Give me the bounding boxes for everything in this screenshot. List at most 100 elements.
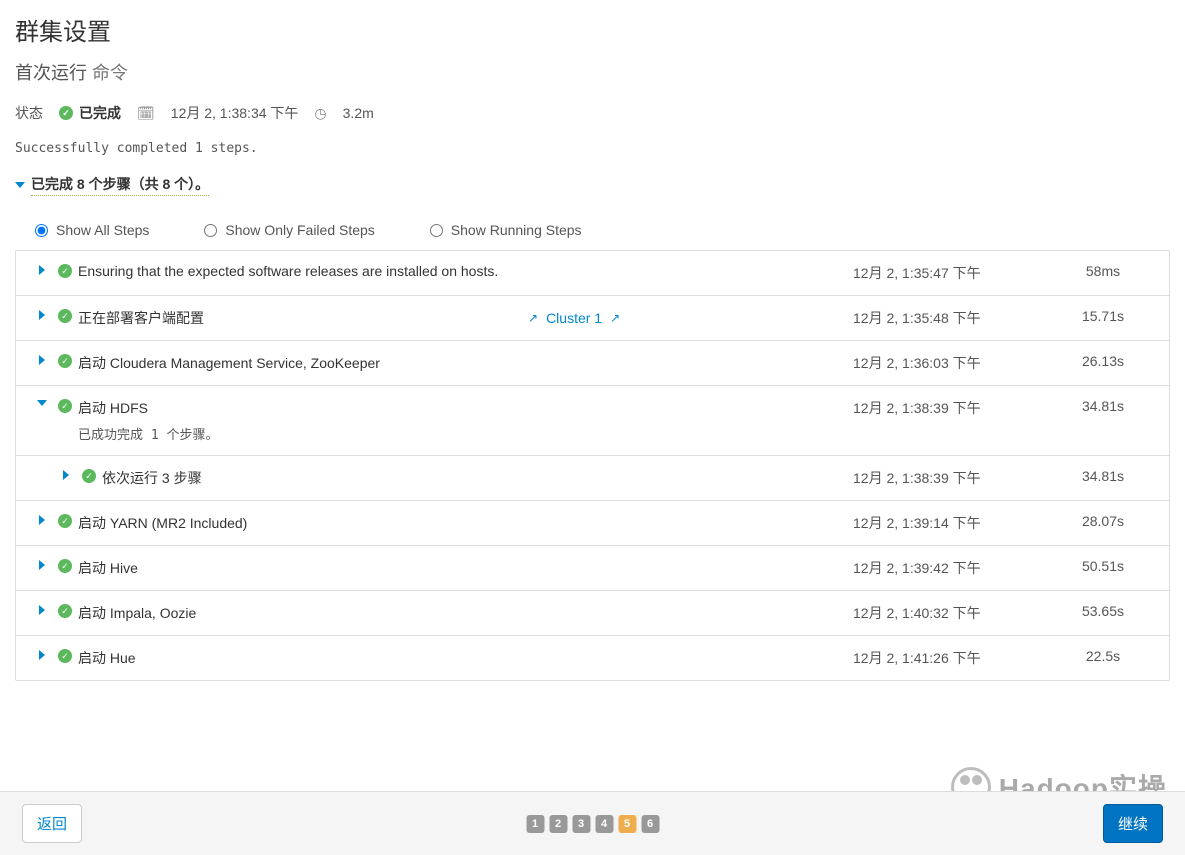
step-desc-text: 启动 Impala, Oozie xyxy=(78,605,196,621)
page-2[interactable]: 2 xyxy=(549,815,567,833)
step-status xyxy=(52,353,78,368)
chevron-right-icon xyxy=(39,355,45,365)
filter-row: Show All Steps Show Only Failed Steps Sh… xyxy=(15,214,1170,250)
filter-failed-radio[interactable] xyxy=(204,224,217,237)
step-status xyxy=(52,648,78,663)
check-circle-icon xyxy=(58,264,72,278)
step-description: 正在部署客户端配置 ↗Cluster 1↗ xyxy=(78,308,853,328)
status-label: 状态 xyxy=(15,103,43,123)
chevron-right-icon xyxy=(39,515,45,525)
step-status xyxy=(52,603,78,618)
expand-toggle[interactable] xyxy=(32,353,52,365)
check-circle-icon xyxy=(58,399,72,413)
status-text: 已完成 xyxy=(79,103,121,123)
step-desc-text: 正在部署客户端配置 xyxy=(78,310,204,326)
step-status xyxy=(52,398,78,413)
step-row: 启动 HDFS 已成功完成 1 个步骤。 12月 2, 1:38:39 下午34.8… xyxy=(16,385,1169,455)
step-row: 启动 Impala, Oozie12月 2, 1:40:32 下午53.65s xyxy=(16,590,1169,635)
filter-all[interactable]: Show All Steps xyxy=(35,222,149,238)
expand-toggle[interactable] xyxy=(32,398,52,406)
step-time: 12月 2, 1:35:47 下午 xyxy=(853,263,1053,283)
step-description: 启动 Impala, Oozie xyxy=(78,603,853,623)
footer-bar: 返回 123456 继续 xyxy=(0,791,1185,855)
step-status xyxy=(52,513,78,528)
step-time: 12月 2, 1:36:03 下午 xyxy=(853,353,1053,373)
step-description: 启动 HDFS 已成功完成 1 个步骤。 xyxy=(78,398,853,443)
check-circle-icon xyxy=(58,559,72,573)
expand-toggle[interactable] xyxy=(32,603,52,615)
step-desc-text: 启动 Hue xyxy=(78,650,136,666)
step-desc-text: 启动 YARN (MR2 Included) xyxy=(78,515,247,531)
check-circle-icon xyxy=(58,354,72,368)
step-row: 启动 Hive12月 2, 1:39:42 下午50.51s xyxy=(16,545,1169,590)
expand-toggle[interactable] xyxy=(32,558,52,570)
steps-summary-text: 已完成 8 个步骤（共 8 个）。 xyxy=(31,174,209,196)
step-status xyxy=(52,308,78,323)
step-time: 12月 2, 1:39:42 下午 xyxy=(853,558,1053,578)
cluster-link[interactable]: ↗Cluster 1↗ xyxy=(528,310,620,326)
expand-toggle[interactable] xyxy=(32,648,52,660)
run-name: 首次运行 xyxy=(15,63,87,83)
filter-failed[interactable]: Show Only Failed Steps xyxy=(204,222,374,238)
step-duration: 28.07s xyxy=(1053,513,1153,529)
chevron-down-icon xyxy=(15,182,25,188)
chevron-right-icon xyxy=(39,560,45,570)
back-button[interactable]: 返回 xyxy=(22,804,82,843)
expand-toggle[interactable] xyxy=(32,308,52,320)
step-duration: 34.81s xyxy=(1053,398,1153,414)
check-circle-icon xyxy=(58,514,72,528)
step-time: 12月 2, 1:41:26 下午 xyxy=(853,648,1053,668)
step-status xyxy=(52,263,78,278)
step-status xyxy=(76,468,102,483)
step-desc-text: 启动 Hive xyxy=(78,560,138,576)
step-description: 依次运行 3 步骤 xyxy=(102,468,853,488)
step-time: 12月 2, 1:35:48 下午 xyxy=(853,308,1053,328)
step-duration: 58ms xyxy=(1053,263,1153,279)
status-value: 已完成 xyxy=(59,103,121,123)
external-link-icon: ↗ xyxy=(528,311,538,325)
calendar-icon: 🗓 xyxy=(137,105,155,122)
chevron-right-icon xyxy=(39,265,45,275)
expand-toggle[interactable] xyxy=(56,468,76,480)
step-status xyxy=(52,558,78,573)
continue-button[interactable]: 继续 xyxy=(1103,804,1163,843)
filter-running[interactable]: Show Running Steps xyxy=(430,222,582,238)
chevron-right-icon xyxy=(39,310,45,320)
step-sub-text: 已成功完成 1 个步骤。 xyxy=(78,424,218,443)
step-description: 启动 Hue xyxy=(78,648,853,668)
page-3[interactable]: 3 xyxy=(572,815,590,833)
page-5[interactable]: 5 xyxy=(618,815,636,833)
page-4[interactable]: 4 xyxy=(595,815,613,833)
chevron-down-icon xyxy=(37,400,47,406)
pagination: 123456 xyxy=(526,815,659,833)
page-subtitle: 首次运行 命令 xyxy=(15,59,1170,85)
command-type: 命令 xyxy=(92,63,128,83)
clock-icon: ◷ xyxy=(314,105,326,122)
filter-all-radio[interactable] xyxy=(35,224,48,237)
step-desc-text: Ensuring that the expected software rele… xyxy=(78,263,498,279)
chevron-right-icon xyxy=(63,470,69,480)
check-circle-icon xyxy=(82,469,96,483)
step-row: 启动 YARN (MR2 Included) 12月 2, 1:39:14 下午2… xyxy=(16,500,1169,545)
step-time: 12月 2, 1:40:32 下午 xyxy=(853,603,1053,623)
step-duration: 22.5s xyxy=(1053,648,1153,664)
step-description: Ensuring that the expected software rele… xyxy=(78,263,853,279)
step-time: 12月 2, 1:39:14 下午 xyxy=(853,513,1053,533)
filter-running-radio[interactable] xyxy=(430,224,443,237)
step-duration: 26.13s xyxy=(1053,353,1153,369)
expand-toggle[interactable] xyxy=(32,513,52,525)
step-description: 启动 YARN (MR2 Included) xyxy=(78,513,853,533)
check-circle-icon xyxy=(58,604,72,618)
step-row: Ensuring that the expected software rele… xyxy=(16,251,1169,295)
steps-summary-toggle[interactable]: 已完成 8 个步骤（共 8 个）。 xyxy=(15,174,209,196)
page-1[interactable]: 1 xyxy=(526,815,544,833)
chevron-right-icon xyxy=(39,605,45,615)
step-description: 启动 Cloudera Management Service, ZooKeepe… xyxy=(78,353,853,373)
step-description: 启动 Hive xyxy=(78,558,853,578)
step-time: 12月 2, 1:38:39 下午 xyxy=(853,398,1053,418)
page-6[interactable]: 6 xyxy=(641,815,659,833)
status-duration: 3.2m xyxy=(343,105,374,121)
step-desc-text: 启动 HDFS xyxy=(78,400,148,416)
expand-toggle[interactable] xyxy=(32,263,52,275)
step-row: 启动 Cloudera Management Service, ZooKeepe… xyxy=(16,340,1169,385)
